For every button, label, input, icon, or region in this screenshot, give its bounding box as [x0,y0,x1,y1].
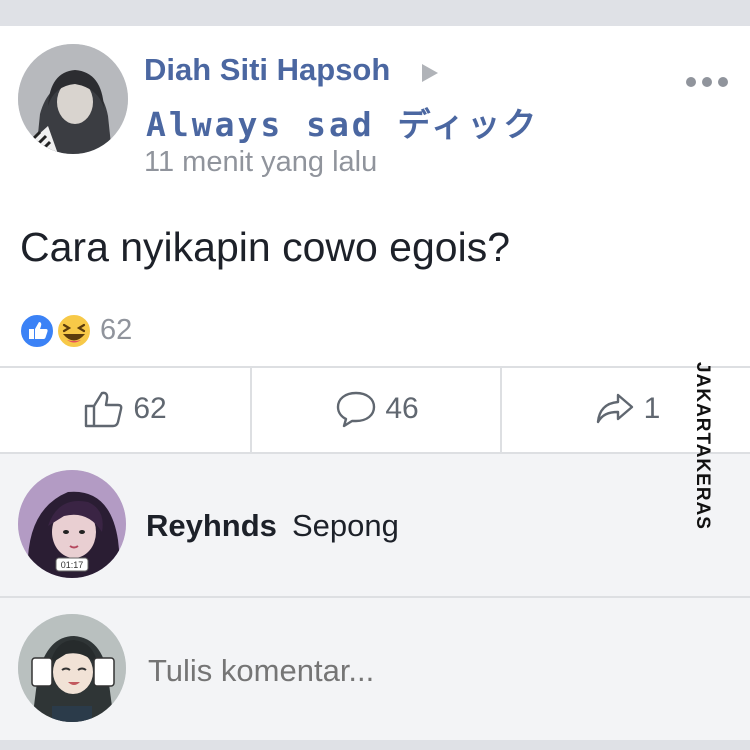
reactions-summary[interactable] [18,311,98,356]
comment-author[interactable]: Reyhnds [146,508,277,544]
post-timestamp[interactable]: 11 menit yang lalu [144,146,377,179]
like-count: 62 [133,392,167,425]
haha-reaction-icon [56,313,92,349]
thumbs-up-icon [85,391,123,428]
share-count: 1 [643,392,661,425]
divider [0,596,750,598]
comment-icon [337,391,376,428]
user-avatar [18,614,126,722]
commenter-avatar[interactable]: 01:17 [18,470,126,578]
author-name[interactable]: Diah Siti Hapsoh [144,52,390,88]
post-text: Cara nyikapin cowo egois? [20,224,510,270]
like-reaction-icon [19,313,55,349]
comment-input[interactable] [146,652,630,690]
comment-button[interactable]: 46 [252,366,502,452]
post-card: Diah Siti Hapsoh Always sad ディック 11 meni… [0,26,750,740]
play-icon [422,64,438,82]
watermark-text: JAKARTAKERAS [692,362,713,530]
comment-text: Sepong [292,508,399,543]
author-avatar[interactable] [18,44,128,154]
more-icon[interactable] [685,76,729,88]
status-text: Always sad ディック [146,105,540,144]
comment-count: 46 [385,392,419,425]
like-button[interactable]: 62 [0,366,250,452]
reactions-count[interactable]: 62 [100,314,132,347]
share-icon [596,393,633,424]
avatar-badge-text: 01:17 [61,560,84,570]
